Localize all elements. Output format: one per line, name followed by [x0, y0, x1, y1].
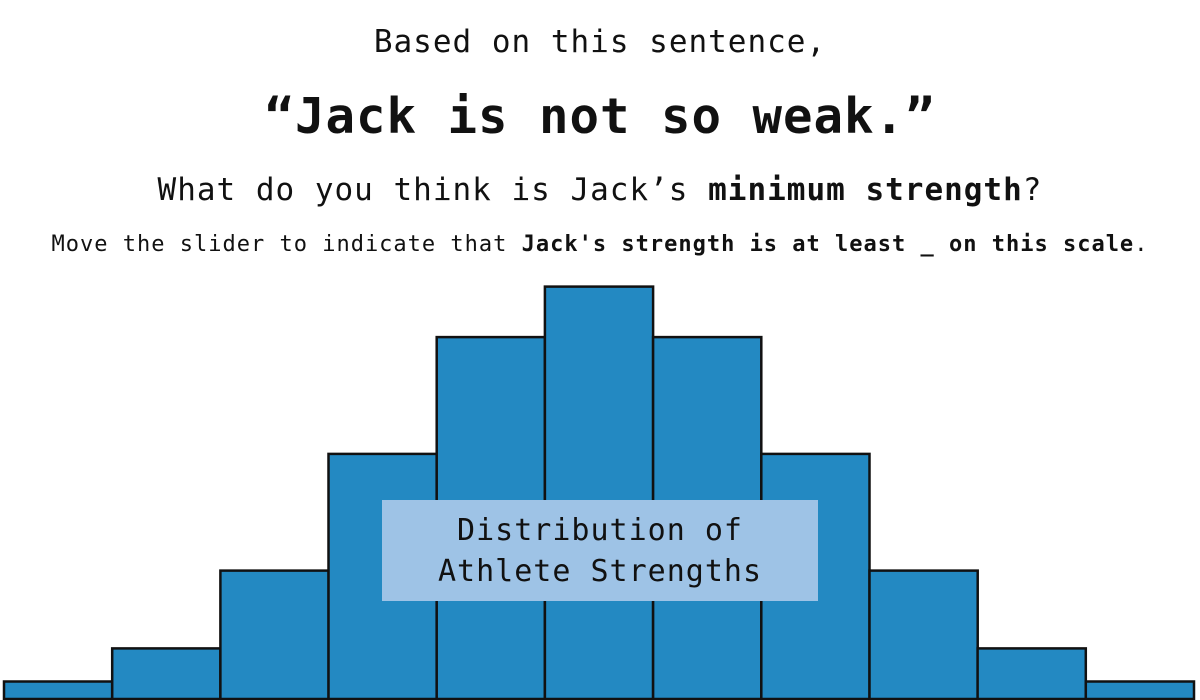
- distribution-label-line2: Athlete Strengths: [437, 553, 763, 589]
- histogram-bar-2: [110, 647, 222, 700]
- histogram-bar-6: [543, 285, 655, 700]
- histogram-bar-10: [976, 647, 1088, 700]
- histogram-bar-11: [1084, 680, 1196, 700]
- histogram-bar-9: [868, 569, 979, 700]
- histogram-bar-3: [219, 569, 330, 700]
- distribution-label-line1: Distribution of: [457, 512, 743, 548]
- histogram-bar-1: [2, 680, 114, 700]
- distribution-label: Distribution of Athlete Strengths: [382, 500, 818, 601]
- prompt-page: Based on this sentence, “Jack is not so …: [0, 0, 1200, 700]
